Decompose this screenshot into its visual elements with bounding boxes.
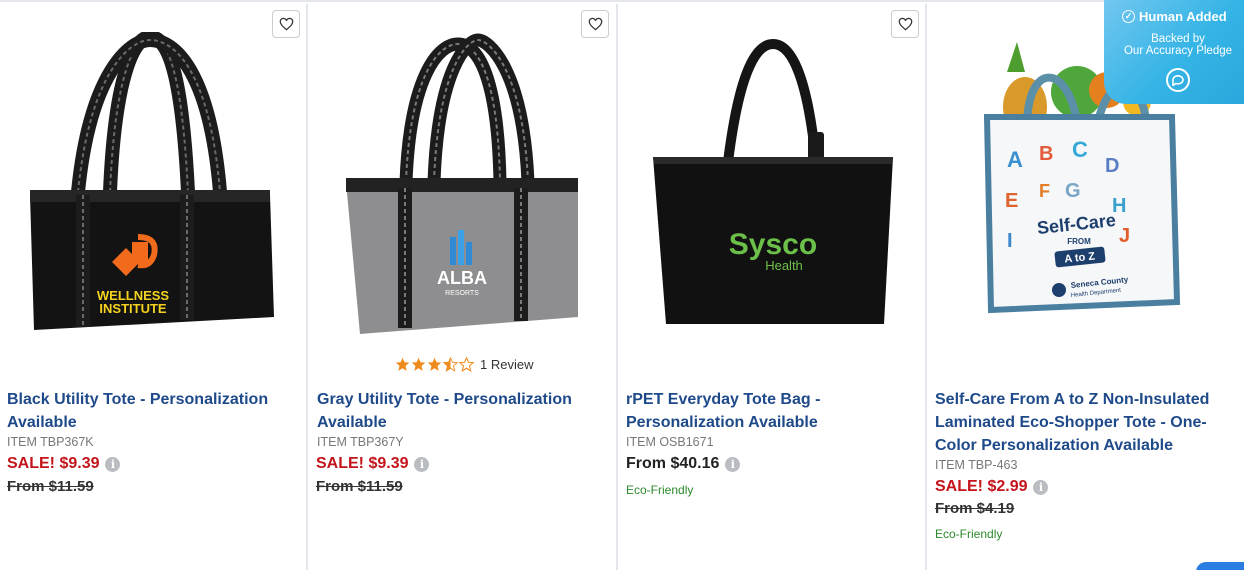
letter-b: B: [1039, 143, 1053, 165]
info-circle-icon[interactable]: i: [105, 456, 121, 472]
logo-sub-text: INSTITUTE: [99, 301, 166, 316]
eco-friendly-label: Eco-Friendly: [935, 527, 1003, 541]
accuracy-pledge-badge[interactable]: ✓ Human Added Backed by Our Accuracy Ple…: [1104, 0, 1244, 104]
original-price: From $11.59: [7, 478, 94, 495]
letter-a: A: [1007, 147, 1023, 172]
letter-e: E: [1005, 190, 1018, 212]
sale-price: SALE! $9.39 i: [7, 455, 121, 473]
price: From $40.16 i: [626, 455, 741, 473]
star-icon: [411, 357, 426, 371]
star-empty-icon: [459, 357, 474, 372]
letter-g: G: [1065, 180, 1081, 202]
chat-launcher-button[interactable]: [1196, 562, 1244, 570]
check-circle-icon: ✓: [1122, 10, 1135, 23]
letter-j: J: [1119, 225, 1130, 247]
product-card[interactable]: WELLNESS INSTITUTE Black Utility Tote - …: [0, 2, 306, 570]
heart-outline-icon: [279, 17, 293, 31]
info-circle-icon[interactable]: i: [725, 456, 741, 472]
product-title-line[interactable]: Personalization Available: [626, 411, 820, 434]
product-title-line[interactable]: Black Utility Tote - Personalization: [7, 388, 268, 411]
product-title-line[interactable]: Available: [317, 411, 572, 434]
star-half-icon: [443, 357, 458, 372]
product-title-line[interactable]: Gray Utility Tote - Personalization: [317, 388, 572, 411]
product-title[interactable]: rPET Everyday Tote Bag - Personalization…: [626, 388, 820, 434]
letter-d: D: [1105, 155, 1119, 177]
product-card[interactable]: Sysco Health rPET Everyday Tote Bag - Pe…: [618, 2, 925, 570]
logo-sub-text: RESORTS: [445, 290, 479, 297]
product-card[interactable]: ALBA RESORTS 1 Review Gray Utility Tote …: [308, 2, 616, 570]
heart-outline-icon: [898, 17, 912, 31]
product-title-line[interactable]: Color Personalization Available: [935, 434, 1209, 457]
product-title[interactable]: Gray Utility Tote - Personalization Avai…: [317, 388, 572, 434]
item-number: ITEM TBP367Y: [317, 435, 404, 449]
logo-from-text: FROM: [1067, 237, 1091, 246]
logo-sub-text: Health: [765, 258, 803, 273]
badge-subtitle-line: Our Accuracy Pledge: [1123, 45, 1233, 57]
badge-subtitle-line: Backed by: [1151, 33, 1205, 45]
product-title-line[interactable]: Laminated Eco-Shopper Tote - One-: [935, 411, 1209, 434]
product-title[interactable]: Self-Care From A to Z Non-Insulated Lami…: [935, 388, 1209, 457]
product-title-line[interactable]: rPET Everyday Tote Bag -: [626, 388, 820, 411]
product-title-line[interactable]: Self-Care From A to Z Non-Insulated: [935, 388, 1209, 411]
badge-title-text: Human Added: [1139, 9, 1227, 24]
badge-title: ✓ Human Added: [1122, 9, 1227, 24]
product-title[interactable]: Black Utility Tote - Personalization Ava…: [7, 388, 268, 434]
logo-main-text: Sysco: [729, 228, 817, 261]
info-circle-icon[interactable]: i: [1033, 479, 1049, 495]
star-rating[interactable]: 1 Review: [395, 357, 533, 372]
heart-outline-icon: [588, 17, 602, 31]
product-grid: WELLNESS INSTITUTE Black Utility Tote - …: [0, 2, 1244, 570]
logo-main-text: ALBA: [437, 268, 487, 288]
info-circle-icon[interactable]: i: [414, 456, 430, 472]
sale-price-text: SALE! $9.39: [7, 455, 100, 472]
letter-c: C: [1072, 137, 1088, 162]
item-number: ITEM TBP367K: [7, 435, 94, 449]
product-title-line[interactable]: Available: [7, 411, 268, 434]
sale-price-text: SALE! $2.99: [935, 478, 1028, 495]
sale-price: SALE! $2.99 i: [935, 478, 1049, 496]
eco-friendly-label: Eco-Friendly: [626, 483, 694, 497]
star-icon: [427, 357, 442, 371]
letter-f: F: [1039, 181, 1050, 201]
chat-bubble-icon[interactable]: [1166, 68, 1190, 92]
original-price: From $11.59: [316, 478, 403, 495]
rpet-tote-image: Sysco Health: [653, 38, 893, 324]
item-number: ITEM OSB1671: [626, 435, 714, 449]
letter-i: I: [1007, 230, 1013, 252]
star-icon: [395, 357, 410, 371]
price-text: From $40.16: [626, 455, 720, 472]
original-price: From $4.19: [935, 500, 1015, 517]
black-utility-tote-image: WELLNESS INSTITUTE: [30, 32, 274, 330]
sale-price-text: SALE! $9.39: [316, 455, 409, 472]
review-count[interactable]: 1 Review: [480, 357, 533, 372]
item-number: ITEM TBP-463: [935, 458, 1018, 472]
sale-price: SALE! $9.39 i: [316, 455, 430, 473]
gray-utility-tote-image: ALBA RESORTS: [346, 33, 578, 334]
